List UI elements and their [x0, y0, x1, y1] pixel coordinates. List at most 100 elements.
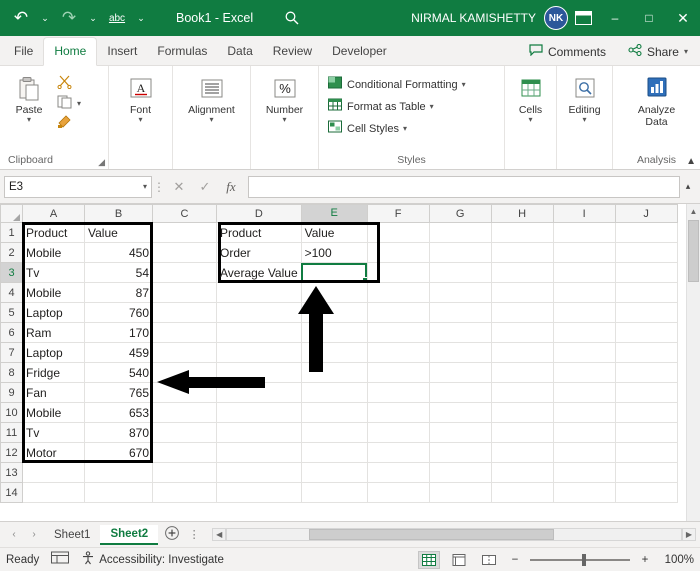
cell-F2[interactable] — [366, 242, 430, 263]
cell-G2[interactable] — [428, 242, 492, 263]
column-header-g[interactable]: G — [428, 204, 492, 223]
cell-I4[interactable] — [552, 282, 616, 303]
cell-H14[interactable] — [490, 482, 554, 503]
cell-I7[interactable] — [552, 342, 616, 363]
row-header-5[interactable]: 5 — [0, 302, 23, 323]
cell-A3[interactable]: Tv — [22, 262, 85, 283]
undo-dropdown-icon[interactable]: ⌄ — [36, 6, 54, 30]
cell-B8[interactable]: 540 — [84, 362, 153, 383]
cell-D2[interactable]: Order — [216, 242, 302, 263]
alignment-group-button[interactable]: Alignment ▾ — [179, 71, 244, 125]
cell-A13[interactable] — [22, 462, 85, 483]
cell-J7[interactable] — [614, 342, 678, 363]
page-break-view-button[interactable] — [478, 551, 500, 569]
tab-data[interactable]: Data — [217, 38, 262, 65]
cell-G13[interactable] — [428, 462, 492, 483]
cut-button[interactable] — [54, 74, 84, 93]
cell-I1[interactable] — [552, 222, 616, 243]
cell-D3[interactable]: Average Value — [216, 262, 302, 283]
confirm-edit-button[interactable]: ✓ — [192, 176, 218, 198]
cell-F14[interactable] — [366, 482, 430, 503]
cell-H8[interactable] — [490, 362, 554, 383]
cell-G6[interactable] — [428, 322, 492, 343]
cell-H7[interactable] — [490, 342, 554, 363]
cell-H12[interactable] — [490, 442, 554, 463]
cell-D5[interactable] — [216, 302, 302, 323]
cell-G4[interactable] — [428, 282, 492, 303]
cell-F3[interactable] — [366, 262, 430, 283]
column-header-c[interactable]: C — [152, 204, 217, 223]
cell-C4[interactable] — [152, 282, 217, 303]
cell-H10[interactable] — [490, 402, 554, 423]
cell-A5[interactable]: Laptop — [22, 302, 85, 323]
cell-F10[interactable] — [366, 402, 430, 423]
collapse-ribbon-button[interactable]: ▲ — [686, 156, 696, 167]
tab-file[interactable]: File — [4, 38, 43, 65]
formula-input[interactable] — [248, 175, 680, 198]
cell-B1[interactable]: Value — [84, 222, 153, 243]
cell-J13[interactable] — [614, 462, 678, 483]
cell-I10[interactable] — [552, 402, 616, 423]
tab-insert[interactable]: Insert — [97, 38, 147, 65]
cell-C7[interactable] — [152, 342, 217, 363]
column-header-e[interactable]: E — [300, 204, 368, 224]
cell-F1[interactable] — [366, 222, 430, 243]
worksheet-grid[interactable]: A B C D E F G H I J 1 Product Value Prod… — [0, 204, 700, 521]
cell-G9[interactable] — [428, 382, 492, 403]
cell-A6[interactable]: Ram — [22, 322, 85, 343]
cell-H11[interactable] — [490, 422, 554, 443]
copy-button[interactable]: ▾ — [54, 94, 84, 113]
name-box-chevron-down-icon[interactable]: ▾ — [143, 182, 147, 191]
cell-I13[interactable] — [552, 462, 616, 483]
column-header-b[interactable]: B — [84, 204, 153, 223]
column-header-j[interactable]: J — [614, 204, 678, 223]
cell-C8[interactable] — [152, 362, 217, 383]
cell-D6[interactable] — [216, 322, 302, 343]
scroll-left-button[interactable]: ◀ — [212, 528, 227, 541]
cell-D9[interactable] — [216, 382, 302, 403]
cell-A14[interactable] — [22, 482, 85, 503]
format-as-table-button[interactable]: Format as Table ▾ — [325, 97, 437, 116]
cell-B6[interactable]: 170 — [84, 322, 153, 343]
zoom-slider-thumb[interactable] — [582, 553, 586, 566]
row-header-4[interactable]: 4 — [0, 282, 23, 303]
row-header-13[interactable]: 13 — [0, 462, 23, 483]
minimize-button[interactable]: – — [598, 0, 632, 36]
cell-A2[interactable]: Mobile — [22, 242, 85, 263]
column-header-i[interactable]: I — [552, 204, 616, 223]
cell-F12[interactable] — [366, 442, 430, 463]
cell-I5[interactable] — [552, 302, 616, 323]
cell-J2[interactable] — [614, 242, 678, 263]
redo-dropdown-icon[interactable]: ⌄ — [84, 6, 102, 30]
cell-A1[interactable]: Product — [22, 222, 85, 243]
cell-A10[interactable]: Mobile — [22, 402, 85, 423]
zoom-slider[interactable] — [530, 553, 630, 566]
cell-B5[interactable]: 760 — [84, 302, 153, 323]
normal-view-button[interactable] — [418, 550, 440, 569]
vertical-scroll-thumb[interactable] — [688, 220, 699, 282]
cell-D7[interactable] — [216, 342, 302, 363]
row-header-1[interactable]: 1 — [0, 222, 23, 243]
cell-D14[interactable] — [216, 482, 302, 503]
cell-C12[interactable] — [152, 442, 217, 463]
cell-E2[interactable]: >100 — [300, 242, 368, 263]
add-sheet-button[interactable] — [158, 525, 186, 544]
previous-sheet-button[interactable]: ‹ — [4, 529, 24, 540]
zoom-level-label[interactable]: 100% — [660, 554, 694, 566]
customize-qat-icon[interactable]: ⌄ — [132, 6, 150, 30]
cell-D10[interactable] — [216, 402, 302, 423]
cell-B12[interactable]: 670 — [84, 442, 153, 463]
cell-J5[interactable] — [614, 302, 678, 323]
column-header-d[interactable]: D — [216, 204, 302, 223]
search-button[interactable] — [281, 7, 303, 29]
column-header-f[interactable]: F — [366, 204, 430, 223]
scroll-right-button[interactable]: ▶ — [682, 528, 696, 541]
sheet-tab-sheet1[interactable]: Sheet1 — [44, 526, 100, 544]
cell-C11[interactable] — [152, 422, 217, 443]
cell-E8[interactable] — [300, 362, 368, 383]
row-header-11[interactable]: 11 — [0, 422, 23, 443]
cell-J12[interactable] — [614, 442, 678, 463]
row-header-7[interactable]: 7 — [0, 342, 23, 363]
cell-J9[interactable] — [614, 382, 678, 403]
cell-I9[interactable] — [552, 382, 616, 403]
